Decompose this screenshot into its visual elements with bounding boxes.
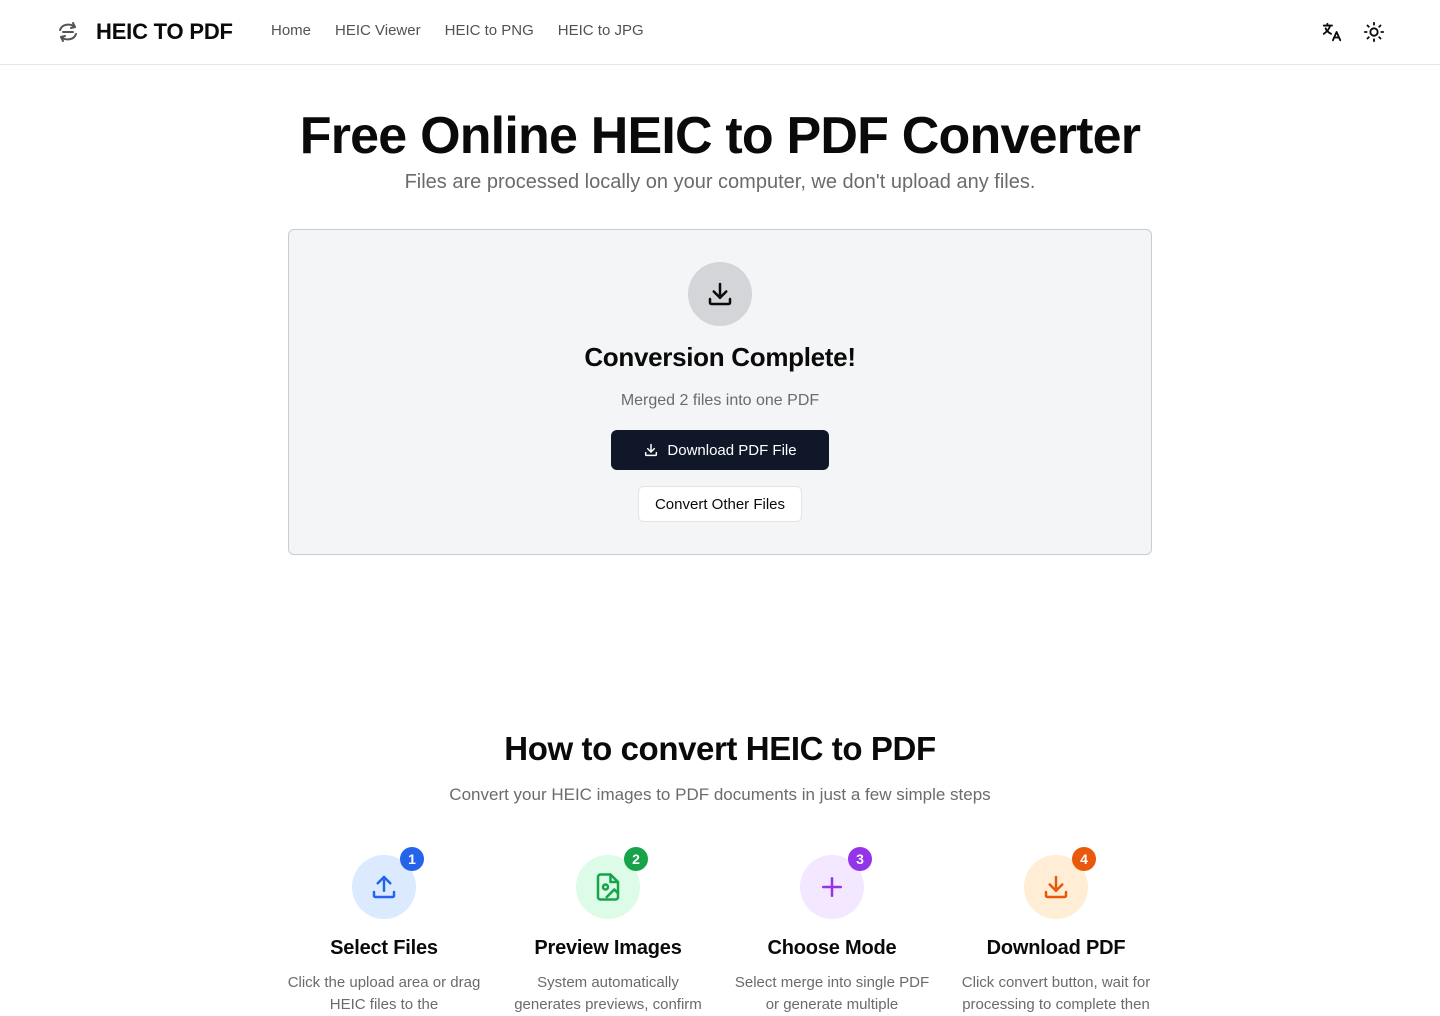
download-icon [643, 442, 659, 458]
site-header: HEIC TO PDF Home HEIC Viewer HEIC to PNG… [0, 0, 1440, 65]
howto-subtitle: Convert your HEIC images to PDF document… [449, 785, 991, 804]
step-number-badge: 4 [1072, 847, 1096, 871]
convert-other-files-button[interactable]: Convert Other Files [638, 486, 802, 522]
step-description: Select merge into single PDF or generate… [734, 974, 930, 1013]
step-title: Choose Mode [767, 937, 897, 959]
main-nav: Home HEIC Viewer HEIC to PNG HEIC to JPG [271, 22, 644, 39]
download-icon [688, 262, 752, 326]
conversion-status-detail: Merged 2 files into one PDF [620, 392, 820, 409]
step-title: Preview Images [534, 937, 682, 959]
step-number-badge: 2 [624, 847, 648, 871]
step-title: Download PDF [986, 937, 1126, 959]
step-description: Click the upload area or drag HEIC files… [287, 974, 481, 1013]
step-number-badge: 3 [848, 847, 872, 871]
translate-icon[interactable] [1320, 20, 1344, 44]
site-logo[interactable]: HEIC TO PDF [54, 18, 233, 46]
step-title: Select Files [330, 937, 438, 959]
conversion-result-card: Conversion Complete! Merged 2 files into… [288, 229, 1152, 555]
nav-heic-to-png[interactable]: HEIC to PNG [445, 22, 534, 39]
step-number-badge: 1 [400, 847, 424, 871]
download-pdf-button[interactable]: Download PDF File [611, 430, 829, 470]
header-actions [1320, 20, 1386, 44]
download-pdf-label: Download PDF File [667, 441, 797, 459]
nav-heic-to-jpg[interactable]: HEIC to JPG [558, 22, 644, 39]
page-title: Free Online HEIC to PDF Converter [299, 107, 1141, 165]
step-description: System automatically generates previews,… [514, 974, 702, 1013]
conversion-status-title: Conversion Complete! [584, 342, 856, 372]
logo-text: HEIC TO PDF [96, 19, 233, 44]
page-subtitle: Files are processed locally on your comp… [404, 171, 1036, 193]
convert-arrows-icon [54, 18, 82, 46]
sun-icon[interactable] [1362, 20, 1386, 44]
nav-home[interactable]: Home [271, 22, 311, 39]
howto-title: How to convert HEIC to PDF [504, 730, 936, 767]
step-description: Click convert button, wait for processin… [961, 974, 1151, 1013]
nav-heic-viewer[interactable]: HEIC Viewer [335, 22, 421, 39]
